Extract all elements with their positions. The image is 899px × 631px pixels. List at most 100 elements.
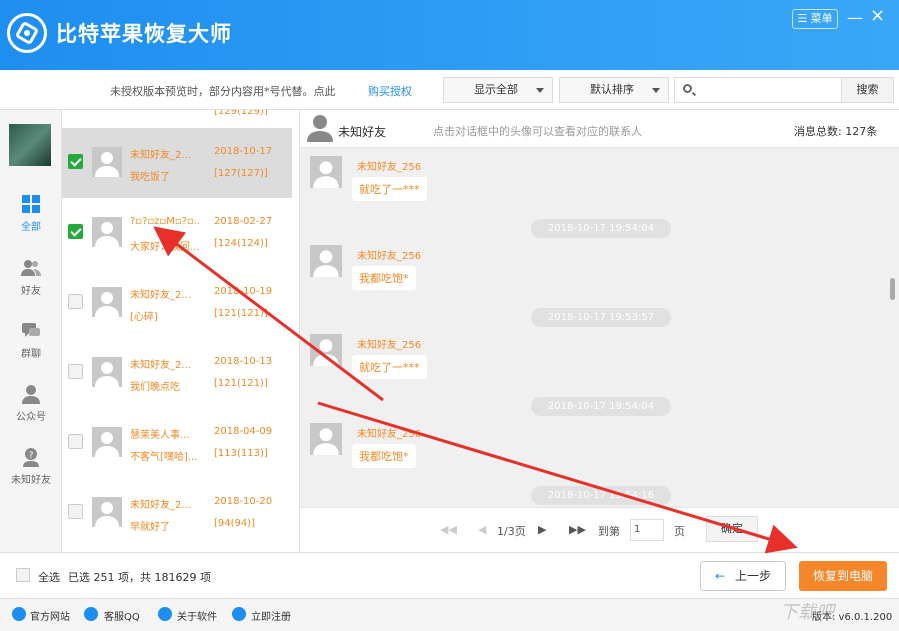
- contact-avatar-icon: [92, 497, 122, 527]
- message-timestamp: 2018-10-17 19:54:16: [531, 486, 671, 505]
- conversation-checkbox[interactable]: [68, 224, 83, 239]
- app-title: 比特苹果恢复大师: [56, 22, 232, 46]
- device-avatar[interactable]: [9, 124, 51, 166]
- prev-step-button[interactable]: ← 上一步: [700, 561, 786, 591]
- search-button[interactable]: 搜索: [841, 77, 894, 103]
- list-item[interactable]: 慧莱美人事... 2018-04-09 不客气[嘿哈]... [113(113)]: [62, 408, 292, 478]
- sender-name: 未知好友_256: [357, 340, 422, 351]
- sidebar-item-label: 群聊: [21, 349, 41, 360]
- conversation-count: [127(127)]: [214, 168, 268, 179]
- title-bar: 比特苹果恢复大师 ☰ 菜单 — ×: [0, 0, 899, 70]
- footer-link-register[interactable]: 立即注册: [251, 608, 291, 623]
- chat-header: 未知好友 点击对话框中的头像可以查看对应的联系人 消息总数: 127条: [300, 110, 899, 148]
- sidebar-item-label: 全部: [21, 222, 41, 233]
- conversation-preview: 我吃饭了: [130, 172, 170, 183]
- sidebar-item-unknown-friend[interactable]: ? 未知好友: [0, 447, 62, 486]
- unknown-friend-icon: ?: [23, 448, 39, 467]
- sender-avatar-icon[interactable]: [310, 334, 342, 366]
- page-info: 1/3页: [497, 525, 526, 538]
- menu-button[interactable]: ☰ 菜单: [792, 9, 838, 29]
- chat-pane: 未知好友_256 就吃了一*** 2018-10-17 19:54:04 未知好友_2…: [300, 110, 899, 552]
- close-button[interactable]: ×: [870, 5, 885, 26]
- select-all-checkbox[interactable]: [16, 568, 30, 582]
- sort-dropdown-value: 默认排序: [590, 83, 634, 96]
- contact-avatar-icon[interactable]: [307, 114, 333, 142]
- sidebar-item-official-account[interactable]: 公众号: [0, 384, 62, 423]
- chat-scrollbar[interactable]: [890, 278, 895, 300]
- sidebar-item-label: 好友: [21, 286, 41, 297]
- search-icon: [683, 84, 692, 93]
- chat-message: 未知好友_256 就吃了一***: [300, 330, 899, 394]
- grid-icon: [22, 195, 40, 213]
- conversation-checkbox[interactable]: [68, 294, 83, 309]
- search-input[interactable]: [674, 77, 842, 103]
- next-page-icon[interactable]: ▶: [538, 523, 546, 536]
- sender-avatar-icon[interactable]: [310, 245, 342, 277]
- conversation-count: [124(124)]: [214, 238, 268, 249]
- conversation-checkbox[interactable]: [68, 364, 83, 379]
- conversation-count: [129(129)]: [214, 110, 268, 117]
- conversation-count: [94(94)]: [214, 518, 256, 529]
- sidebar-item-friends[interactable]: 好友: [0, 258, 62, 297]
- first-page-icon[interactable]: ◀◀: [440, 523, 457, 536]
- last-page-icon[interactable]: ▶▶: [569, 523, 586, 536]
- minimize-button[interactable]: —: [847, 8, 863, 27]
- chat-message: 未知好友_256 就吃了一***: [300, 152, 899, 216]
- group-chat-icon: [22, 323, 40, 337]
- watermark: 下载吧: [780, 602, 834, 623]
- chevron-down-icon: [536, 88, 544, 93]
- footer-link-about[interactable]: 关于软件: [177, 608, 217, 623]
- sidebar-item-all[interactable]: 全部: [0, 194, 62, 233]
- conversation-name: ?▫?▫z▫M▫?▫...: [130, 216, 200, 227]
- conversation-list: [129(129)] 未知好友_2... 2018-10-17 我吃饭了 [127(1…: [62, 110, 300, 552]
- conversation-checkbox[interactable]: [68, 154, 83, 169]
- conversation-date: 2018-02-27: [214, 216, 273, 227]
- home-icon: [12, 607, 26, 621]
- official-account-icon: [22, 385, 40, 404]
- footer-link-qq[interactable]: 客服QQ: [104, 608, 140, 623]
- prev-page-icon[interactable]: ◀: [478, 523, 486, 536]
- sidebar-item-label: 未知好友: [11, 475, 51, 486]
- message-area: 未知好友_256 就吃了一*** 2018-10-17 19:54:04 未知好友_2…: [300, 148, 899, 507]
- buy-license-link[interactable]: 购买授权: [368, 83, 412, 99]
- conversation-preview: [心碎]: [130, 312, 158, 323]
- conversation-name: 未知好友_2...: [130, 360, 191, 371]
- footer-link-website[interactable]: 官方网站: [30, 608, 70, 623]
- select-all-label: 全选: [38, 571, 60, 584]
- sidebar-item-label: 公众号: [16, 412, 46, 423]
- conversation-name: 未知好友_2...: [130, 290, 191, 301]
- list-item[interactable]: 未知好友_2... 2018-10-13 我们晚点吃 [121(121)]: [62, 338, 292, 408]
- list-item[interactable]: 未知好友_2... 2018-10-19 [心碎] [121(121)]: [62, 268, 292, 338]
- list-item[interactable]: ?▫?▫z▫M▫?▫... 2018-02-27 大家好，我回... [124(124…: [62, 198, 292, 268]
- chat-message: 未知好友_256 我都吃饱*: [300, 419, 899, 483]
- conversation-checkbox[interactable]: [68, 434, 83, 449]
- recover-to-pc-button[interactable]: 恢复到电脑: [799, 561, 887, 591]
- bottom-bar: 全选 已选 251 项，共 181629 项 ← 上一步 恢复到电脑: [0, 552, 899, 598]
- chat-message: 未知好友_256 我都吃饱*: [300, 241, 899, 305]
- sender-avatar-icon[interactable]: [310, 156, 342, 188]
- conversation-checkbox[interactable]: [68, 504, 83, 519]
- prev-step-label: 上一步: [735, 569, 772, 583]
- chat-contact-name: 未知好友: [338, 125, 387, 139]
- contact-avatar-icon: [92, 287, 122, 317]
- conversation-count: [121(121)]: [214, 378, 268, 389]
- sender-avatar-icon[interactable]: [310, 423, 342, 455]
- sender-name: 未知好友_256: [357, 429, 422, 440]
- page-number-input[interactable]: 1: [630, 519, 664, 541]
- conversation-date: 2018-10-13: [214, 356, 273, 367]
- filter-dropdown[interactable]: 显示全部: [443, 77, 553, 103]
- list-item[interactable]: 未知好友_2... 2018-10-20 早就好了 [94(94)]: [62, 478, 292, 548]
- menu-label: 菜单: [810, 12, 833, 25]
- conversation-preview: 我们晚点吃: [130, 382, 180, 393]
- conversation-name: 慧莱美人事...: [130, 430, 190, 441]
- message-total: 消息总数: 127条: [794, 125, 878, 138]
- sidebar: 全部 好友 群聊 公众号 ? 未知好友: [0, 110, 62, 552]
- sender-name: 未知好友_256: [357, 162, 422, 173]
- conversation-date: 2018-04-09: [214, 426, 273, 437]
- go-button[interactable]: 确定: [706, 516, 758, 542]
- list-item[interactable]: 未知好友_2... 2018-10-17 我吃饭了 [127(127)]: [62, 128, 292, 198]
- sidebar-item-group-chat[interactable]: 群聊: [0, 321, 62, 360]
- sort-dropdown[interactable]: 默认排序: [559, 77, 669, 103]
- app-logo-icon: [7, 13, 47, 53]
- friends-icon: [21, 260, 41, 276]
